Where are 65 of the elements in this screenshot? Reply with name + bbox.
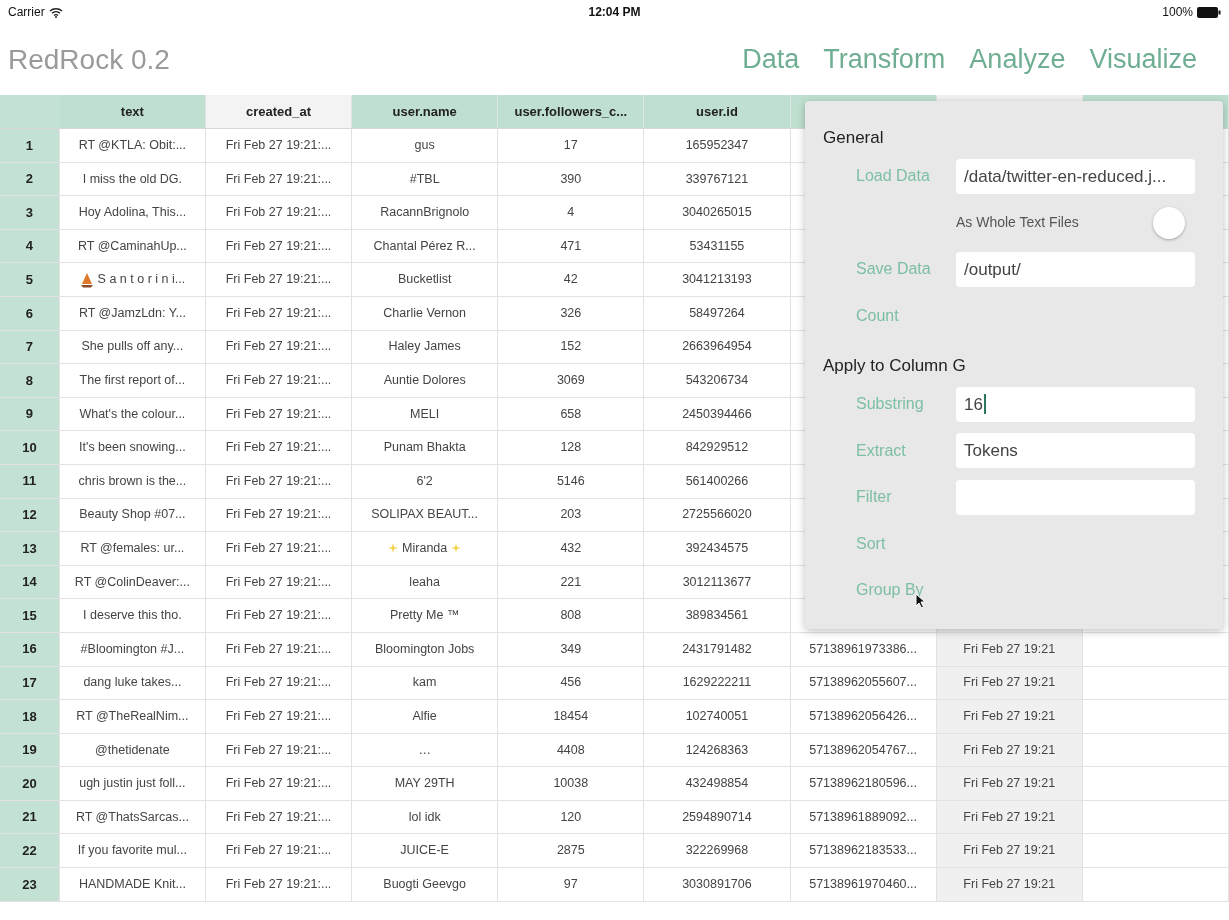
row-number: 20 bbox=[0, 767, 60, 800]
row-number: 23 bbox=[0, 868, 60, 901]
section-heading: General bbox=[823, 127, 885, 150]
option-label[interactable]: Extract bbox=[823, 438, 956, 463]
table-cell: Fri Feb 27 19:21 bbox=[936, 834, 1083, 868]
row-number: 5 bbox=[0, 263, 60, 296]
row-number: 16 bbox=[0, 632, 60, 666]
row-number: 7 bbox=[0, 330, 60, 364]
option-label[interactable]: Load Data bbox=[823, 164, 956, 189]
column-header[interactable]: user.name bbox=[352, 95, 499, 128]
option-field[interactable]: Tokens bbox=[956, 433, 1195, 469]
table-cell: Fri Feb 27 19:21 bbox=[936, 868, 1083, 901]
row-number: 6 bbox=[0, 296, 60, 330]
battery-percent: 100% bbox=[1162, 4, 1193, 21]
option-action[interactable]: Sort bbox=[856, 531, 886, 556]
nav-tab[interactable]: Transform bbox=[823, 39, 946, 80]
row-number: 1 bbox=[0, 129, 60, 162]
table-cell: Fri Feb 27 19:21 bbox=[936, 632, 1083, 666]
option-label[interactable]: Filter bbox=[823, 485, 956, 510]
section-heading: Apply to Column G bbox=[823, 355, 967, 378]
row-number: 15 bbox=[0, 599, 60, 632]
row-number: 11 bbox=[0, 464, 60, 498]
row-number: 13 bbox=[0, 532, 60, 565]
sparkle-icon bbox=[388, 543, 399, 554]
column-header[interactable]: created_at bbox=[205, 95, 353, 128]
nav-tab[interactable]: Analyze bbox=[969, 39, 1066, 80]
option-label[interactable]: Substring bbox=[823, 392, 956, 417]
row-number: 9 bbox=[0, 397, 60, 431]
nav-tab[interactable]: Data bbox=[742, 39, 800, 80]
sparkle-icon bbox=[451, 543, 462, 554]
text-caret bbox=[983, 394, 986, 415]
carrier-label: Carrier bbox=[8, 4, 45, 21]
column-header[interactable]: user.id bbox=[644, 95, 791, 128]
option-action[interactable]: Group By bbox=[856, 578, 924, 603]
toggle-label: As Whole Text Files bbox=[956, 213, 1080, 233]
table-cell: Fri Feb 27 19:21 bbox=[936, 767, 1083, 800]
column-header[interactable]: user.followers_c... bbox=[498, 95, 645, 128]
row-number: 8 bbox=[0, 364, 60, 397]
row-number: 19 bbox=[0, 733, 60, 767]
row-number: 3 bbox=[0, 196, 60, 229]
row-number: 18 bbox=[0, 700, 60, 733]
status-time: 12:04 PM bbox=[588, 4, 641, 21]
corner-header bbox=[0, 95, 60, 128]
table-cell: Fri Feb 27 19:21 bbox=[936, 700, 1083, 733]
row-number: 4 bbox=[0, 229, 60, 263]
row-number: 22 bbox=[0, 834, 60, 868]
nav-tab[interactable]: Visualize bbox=[1089, 39, 1197, 80]
column-header[interactable]: text bbox=[59, 95, 206, 128]
option-field[interactable]: 16 bbox=[956, 386, 1195, 422]
table-cell: Fri Feb 27 19:21 bbox=[936, 666, 1083, 700]
option-field[interactable]: /output/ bbox=[956, 251, 1195, 287]
row-number: 14 bbox=[0, 565, 60, 599]
row-number: 10 bbox=[0, 431, 60, 464]
option-label[interactable]: Save Data bbox=[823, 257, 956, 282]
table-cell: Fri Feb 27 19:21 bbox=[936, 800, 1083, 834]
row-number: 2 bbox=[0, 162, 60, 196]
option-action[interactable]: Count bbox=[856, 303, 899, 328]
table-cell: Fri Feb 27 19:21 bbox=[936, 733, 1083, 767]
row-number: 21 bbox=[0, 800, 60, 834]
wifi-icon bbox=[48, 6, 63, 18]
option-field[interactable]: /data/twitter-en-reduced.j... bbox=[956, 158, 1195, 194]
row-number: 12 bbox=[0, 498, 60, 532]
row-number: 17 bbox=[0, 666, 60, 700]
app-title: RedRock 0.2 bbox=[8, 42, 170, 77]
battery-icon bbox=[1197, 6, 1221, 18]
